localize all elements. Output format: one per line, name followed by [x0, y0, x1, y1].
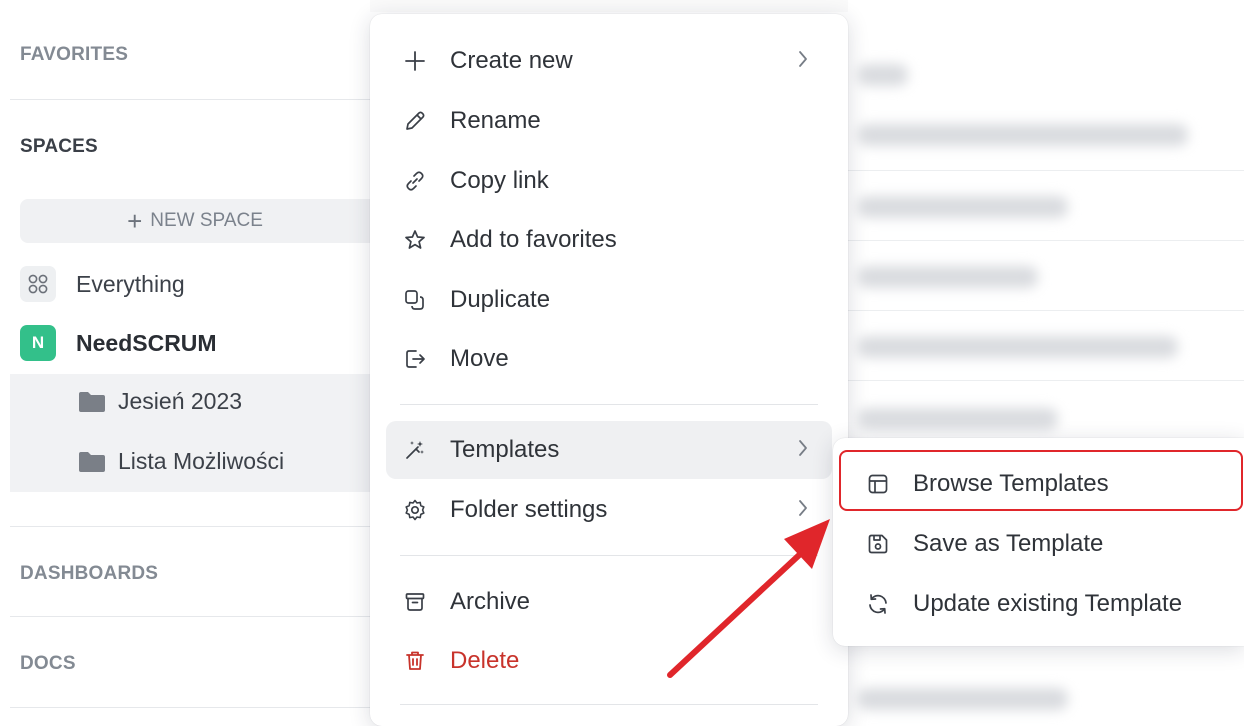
menu-item-rename[interactable]: Rename — [386, 92, 832, 150]
menu-separator — [400, 704, 818, 705]
submenu-item-label: Update existing Template — [913, 590, 1183, 617]
sidebar-folder[interactable]: Lista Możliwości — [78, 448, 284, 475]
space-avatar: N — [20, 325, 56, 361]
menu-item-duplicate[interactable]: Duplicate — [386, 271, 832, 329]
submenu-item-save-as-template[interactable]: Save as Template — [841, 514, 1244, 574]
sidebar-item-label: Everything — [76, 270, 185, 297]
row-divider — [848, 240, 1244, 241]
submenu-item-browse-templates[interactable]: Browse Templates — [841, 454, 1244, 514]
divider — [10, 707, 390, 708]
menu-item-label: Add to favorites — [450, 226, 617, 253]
star-icon — [400, 225, 430, 255]
menu-item-label: Folder settings — [450, 496, 608, 523]
menu-item-templates[interactable]: Templates — [386, 421, 832, 479]
space-name: NeedSCRUM — [76, 329, 217, 356]
folder-label: Lista Możliwości — [118, 448, 285, 474]
blurred-row — [858, 408, 1058, 430]
divider — [10, 616, 390, 617]
annotation-arrow-icon — [667, 519, 830, 678]
blurred-row — [858, 196, 1068, 218]
divider — [10, 99, 390, 100]
blurred-row — [858, 336, 1178, 358]
favorites-section-title[interactable]: FAVORITES — [20, 44, 128, 66]
sidebar-item-space[interactable]: N NeedSCRUM — [20, 323, 217, 363]
menu-item-label: Copy link — [450, 167, 549, 194]
sidebar-item-everything[interactable]: Everything — [20, 264, 185, 304]
grid-icon — [20, 266, 56, 302]
folder-icon — [79, 451, 105, 472]
refresh-icon — [863, 589, 893, 619]
layout-icon — [863, 469, 893, 499]
menu-item-add-to-favorites[interactable]: Add to favorites — [386, 211, 832, 269]
row-divider — [848, 170, 1244, 171]
menu-item-create-new[interactable]: Create new — [386, 32, 832, 90]
blurred-row — [858, 266, 1038, 288]
menu-item-label: Templates — [450, 436, 560, 463]
duplicate-icon — [400, 285, 430, 315]
menu-item-label: Archive — [450, 588, 531, 615]
divider — [10, 526, 390, 527]
new-space-label: NEW SPACE — [150, 210, 263, 231]
menu-separator — [400, 404, 818, 405]
row-divider — [848, 380, 1244, 381]
gear-icon — [400, 495, 430, 525]
pencil-icon — [400, 106, 430, 136]
move-icon — [400, 344, 430, 374]
menu-item-label: Delete — [450, 647, 520, 674]
menu-item-label: Rename — [450, 107, 541, 134]
submenu-item-label: Save as Template — [913, 530, 1104, 557]
chevron-right-icon — [799, 51, 807, 67]
spaces-section-title[interactable]: SPACES — [20, 136, 98, 158]
archive-icon — [400, 587, 430, 617]
trash-icon — [400, 646, 430, 676]
templates-submenu: Browse Templates Save as Template Update… — [833, 438, 1244, 646]
blurred-row — [858, 688, 1068, 710]
docs-section-title[interactable]: DOCS — [20, 653, 76, 675]
new-space-button[interactable]: + NEW SPACE — [20, 199, 400, 243]
menu-item-copy-link[interactable]: Copy link — [386, 152, 832, 210]
folder-label: Jesień 2023 — [118, 388, 243, 414]
sidebar: FAVORITES SPACES + NEW SPACE Everything … — [0, 0, 400, 713]
menu-item-label: Duplicate — [450, 286, 551, 313]
menu-item-move[interactable]: Move — [386, 330, 832, 388]
plus-icon: + — [127, 206, 143, 236]
save-icon — [863, 529, 893, 559]
submenu-item-label: Browse Templates — [913, 470, 1109, 497]
magic-wand-icon — [400, 435, 430, 465]
blurred-row — [858, 64, 908, 86]
dashboards-section-title[interactable]: DASHBOARDS — [20, 563, 158, 585]
submenu-item-update-existing-template[interactable]: Update existing Template — [841, 574, 1244, 634]
folder-icon — [79, 391, 105, 412]
menu-item-label: Move — [450, 345, 509, 372]
row-divider — [848, 310, 1244, 311]
chevron-right-icon — [799, 440, 807, 456]
sidebar-folder[interactable]: Jesień 2023 — [78, 388, 242, 415]
link-icon — [400, 166, 430, 196]
menu-item-label: Create new — [450, 47, 573, 74]
blurred-row — [858, 124, 1188, 146]
background-top-edge — [370, 0, 850, 12]
plus-icon — [400, 46, 430, 76]
